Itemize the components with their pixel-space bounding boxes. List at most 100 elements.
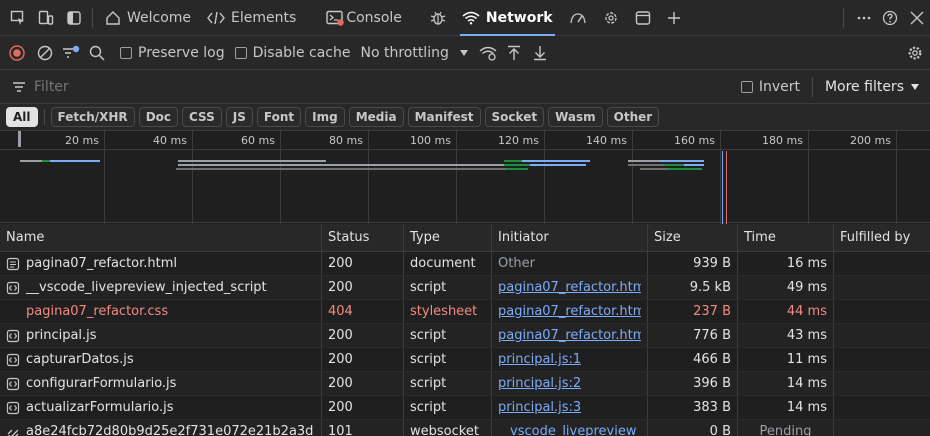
more-filters-button[interactable]: More filters (825, 79, 904, 95)
checkbox-box[interactable] (234, 46, 247, 59)
cell-type: script (404, 276, 492, 299)
table-row[interactable]: configurarFormulario.js 200 script principa… (0, 372, 930, 396)
chip-media[interactable]: Media (348, 107, 404, 127)
request-name[interactable]: pagina07_refactor.css (26, 304, 168, 319)
search-icon[interactable] (84, 36, 110, 70)
close-icon[interactable] (904, 0, 930, 36)
header-name[interactable]: Name (0, 224, 322, 251)
tab-network[interactable]: Network (454, 0, 561, 36)
filter-clear-icon[interactable] (58, 36, 84, 70)
request-name[interactable]: a8e24fcb72d80b9d25e2f731e072e21b2a3d (26, 424, 313, 436)
request-name[interactable]: principal.js (26, 328, 97, 343)
initiator-link[interactable]: vscode_livepreview_in (510, 424, 641, 436)
tab-sources[interactable] (422, 0, 454, 36)
header-time[interactable]: Time (738, 224, 834, 251)
overview-bar (668, 168, 702, 170)
chip-socket[interactable]: Socket (484, 107, 545, 127)
request-name[interactable]: pagina07_refactor.html (26, 256, 177, 271)
chip-wasm[interactable]: Wasm (548, 107, 603, 127)
checkbox-box[interactable] (120, 46, 132, 59)
initiator-link[interactable]: principal.js:3 (498, 400, 581, 415)
clear-icon[interactable] (32, 36, 58, 70)
initiator-link[interactable]: pagina07_refactor.html:2 (498, 280, 641, 295)
cell-time: 49 ms (738, 276, 834, 299)
overview-bar (176, 168, 506, 170)
overview-tick-label: 80 ms (329, 134, 363, 147)
cell-size: 466 B (648, 348, 738, 371)
cell-size: 9.5 kB (648, 276, 738, 299)
chip-font[interactable]: Font (256, 107, 302, 127)
request-name[interactable]: __vscode_livepreview_injected_script (26, 280, 267, 295)
invert-checkbox[interactable]: Invert (740, 79, 800, 95)
request-name[interactable]: actualizarFormulario.js (26, 400, 174, 415)
network-overview[interactable]: 20 ms 40 ms 60 ms 80 ms 100 ms 120 ms 140 ms 16… (0, 130, 930, 224)
chip-doc[interactable]: Doc (138, 107, 179, 127)
tab-application[interactable] (627, 0, 659, 36)
more-options-icon[interactable] (852, 0, 876, 36)
cell-initiator: Other (492, 252, 648, 275)
preserve-log-checkbox[interactable]: Preserve log (120, 45, 225, 61)
window-icon (635, 10, 651, 26)
table-row[interactable]: a8e24fcb72d80b9d25e2f731e072e21b2a3d 101 w… (0, 420, 930, 436)
cell-name: capturarDatos.js (0, 348, 322, 371)
table-row[interactable]: actualizarFormulario.js 200 script principa… (0, 396, 930, 420)
overview-timeline-graph[interactable]: 20 ms 40 ms 60 ms 80 ms 100 ms 120 ms 140 ms 16… (0, 131, 930, 224)
inspect-element-icon[interactable] (4, 0, 32, 36)
tab-console[interactable]: Console (318, 0, 410, 36)
network-requests-table: Name Status Type Initiator Size Time Ful… (0, 224, 930, 436)
cell-size: 939 B (648, 252, 738, 275)
filter-input[interactable] (34, 78, 554, 95)
dropdown-arrow-icon[interactable] (453, 36, 475, 70)
initiator-link[interactable]: principal.js:2 (498, 376, 581, 391)
cell-status: 200 (322, 348, 404, 371)
script-icon (6, 401, 20, 415)
tab-welcome[interactable]: Welcome (97, 0, 199, 36)
throttling-select[interactable]: No throttling (360, 45, 448, 61)
initiator-link[interactable]: principal.js:1 (498, 352, 581, 367)
download-icon[interactable] (527, 36, 553, 70)
header-initiator[interactable]: Initiator (492, 224, 648, 251)
initiator-link[interactable]: pagina07_refactor.html:6 (498, 304, 641, 319)
tab-performance[interactable] (561, 0, 595, 36)
request-name[interactable]: configurarFormulario.js (26, 376, 176, 391)
chip-img[interactable]: Img (305, 107, 345, 127)
cell-fulfilled-by (834, 252, 930, 275)
dropdown-arrow-icon[interactable] (904, 70, 926, 104)
checkbox-box[interactable] (740, 80, 753, 93)
request-name[interactable]: capturarDatos.js (26, 352, 134, 367)
device-toolbar-icon[interactable] (32, 0, 60, 36)
cell-time: 14 ms (738, 372, 834, 395)
chip-manifest[interactable]: Manifest (407, 107, 481, 127)
no-icon-spacer (6, 305, 20, 319)
tab-memory[interactable] (595, 0, 627, 36)
overview-gridline (192, 131, 193, 224)
network-settings-gear-icon[interactable] (900, 36, 930, 70)
table-row[interactable]: capturarDatos.js 200 script principal.js:1 4… (0, 348, 930, 372)
cell-status: 200 (322, 396, 404, 419)
initiator-link[interactable]: pagina07_refactor.html:1 (498, 328, 641, 343)
header-type[interactable]: Type (404, 224, 492, 251)
chip-other[interactable]: Other (606, 107, 660, 127)
table-row[interactable]: principal.js 200 script pagina07_refactor.h… (0, 324, 930, 348)
header-fulfilled-by[interactable]: Fulfilled by (834, 224, 930, 251)
chip-js[interactable]: JS (225, 107, 253, 127)
table-row[interactable]: __vscode_livepreview_injected_script 200 s… (0, 276, 930, 300)
network-conditions-icon[interactable] (475, 36, 501, 70)
chip-fetch-xhr[interactable]: Fetch/XHR (50, 107, 135, 127)
chip-all[interactable]: All (6, 107, 38, 127)
upload-icon[interactable] (501, 36, 527, 70)
add-tab-button[interactable] (659, 0, 689, 36)
overview-bar (50, 160, 100, 162)
tab-elements[interactable]: Elements (199, 0, 304, 36)
disable-cache-checkbox[interactable]: Disable cache (234, 45, 350, 61)
header-status[interactable]: Status (322, 224, 404, 251)
dock-side-icon[interactable] (60, 0, 88, 36)
help-icon[interactable] (876, 0, 904, 36)
table-row[interactable]: pagina07_refactor.css 404 stylesheet pagina… (0, 300, 930, 324)
record-icon[interactable] (2, 36, 32, 70)
header-size[interactable]: Size (648, 224, 738, 251)
chip-css[interactable]: CSS (182, 107, 222, 127)
cell-fulfilled-by (834, 396, 930, 419)
table-row[interactable]: pagina07_refactor.html 200 document Other 93… (0, 252, 930, 276)
cell-size: 776 B (648, 324, 738, 347)
